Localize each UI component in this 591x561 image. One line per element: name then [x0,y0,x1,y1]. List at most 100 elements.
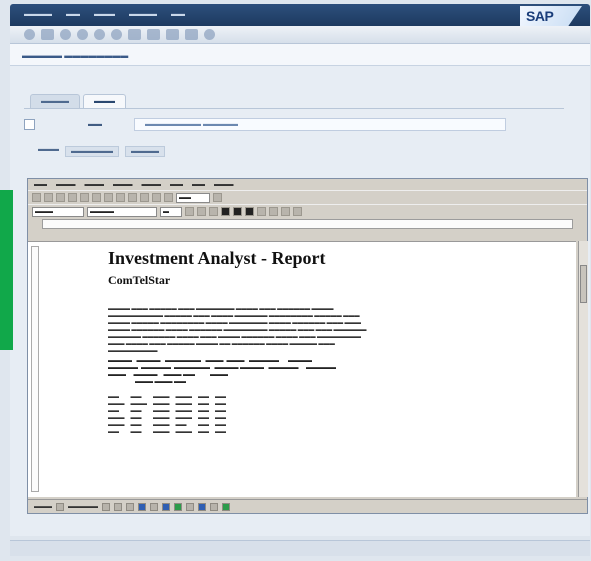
application-title-bar: ▬▬▬▬▬ ▬▬▬▬▬▬▬▬ [10,44,590,66]
table-icon[interactable] [152,193,161,202]
textbox-icon[interactable] [150,502,158,511]
menu-item[interactable]: ▬▬▬▬ [129,11,157,18]
document-actions: ▬▬▬ ▬▬▬▬▬▬ ▬▬▬▬ [38,146,165,157]
font-color-icon[interactable] [293,207,302,216]
word-menu-edit[interactable]: ▬▬▬ [56,179,76,190]
autoshapes-menu[interactable]: ▬▬▬▬▬ [68,504,98,510]
report-title: Investment Analyst - Report [108,248,326,268]
document-page[interactable]: Investment Analyst - Report ComTelStar ▬… [28,241,576,497]
wordart-icon[interactable] [162,502,170,511]
menu-bar: ▬▬▬▬ ▬▬ ▬▬▬ ▬▬▬▬ ▬▬ [24,11,185,18]
tab-first[interactable]: ▬▬▬▬ [30,94,80,108]
help-icon[interactable] [204,29,215,40]
find-icon[interactable] [147,29,160,40]
print-doc-icon[interactable] [68,193,77,202]
paste-icon[interactable] [116,193,125,202]
word-menu-bar: ▬▬ ▬▬▬ ▬▬▬ ▬▬▬ ▬▬▬ ▬▬ ▬▬ ▬▬▬ [28,179,587,190]
action-label: ▬▬▬ [38,146,59,153]
first-page-icon[interactable] [166,29,179,40]
vertical-ruler [31,246,39,492]
word-menu-window[interactable]: ▬▬▬ [214,179,234,190]
action-button-2[interactable]: ▬▬▬▬ [125,146,165,157]
bullets-icon[interactable] [269,207,278,216]
table-row: ▬▬▬ ▬▬▬ ▬▬▬ ▬▬▬ ▬▬ ▬▬ [108,401,226,407]
font-size-dropdown[interactable]: ▬ [160,206,182,217]
exit-icon[interactable] [94,29,105,40]
word-menu-file[interactable]: ▬▬ [34,179,47,190]
style-dropdown[interactable]: ▬▬▬ [32,206,84,217]
embedded-word-editor: ▬▬ ▬▬▬ ▬▬▬ ▬▬▬ ▬▬▬ ▬▬ ▬▬ ▬▬▬ ▬▬ ▬▬▬ ▬▬▬▬… [27,178,588,514]
command-field[interactable] [41,29,54,40]
underline-icon[interactable] [209,207,218,216]
help-doc-icon[interactable] [213,193,222,202]
cancel-icon[interactable] [111,29,122,40]
file-field[interactable]: ▬▬▬▬▬▬▬▬ ▬▬▬▬▬ [134,118,506,131]
enter-icon[interactable] [24,29,35,40]
word-drawing-toolbar: ▬▬▬ ▬▬▬▬▬ [28,499,587,513]
cut-icon[interactable] [92,193,101,202]
table-row: ▬▬▬▬▬▬▬▬▬▬▬▬▬▬ [108,394,226,400]
open-icon[interactable] [44,193,53,202]
arrow-icon[interactable] [114,502,122,511]
font-dropdown[interactable]: ▬▬▬▬ [87,206,157,217]
word-formatting-toolbar: ▬▬▬ ▬▬▬▬ ▬ [28,204,587,218]
rectangle-icon[interactable] [126,502,134,511]
undo-icon[interactable] [128,193,137,202]
report-paragraph: ▬▬▬▬ ▬▬▬ ▬▬▬▬▬ ▬▬▬ ▬▬▬▬▬▬▬ ▬▬▬▬ ▬▬▬ ▬▬▬▬… [108,306,367,354]
draw-menu[interactable]: ▬▬▬ [34,504,52,510]
zoom-dropdown[interactable]: ▬▬ [176,192,210,203]
redo-icon[interactable] [140,193,149,202]
system-toolbar [10,26,590,44]
report-table: ▬▬ ▬▬ ▬▬▬ ▬▬▬ ▬▬ ▬▬ ▬▬▬ ▬▬▬ ▬▬▬ ▬▬▬ ▬▬ ▬▬ ▬▬ ▬▬ ▬▬▬ ▬… [108,394,232,436]
sap-title-bar: ▬▬▬▬ ▬▬ ▬▬▬ ▬▬▬▬ ▬▬ SAP [10,4,590,26]
word-menu-insert[interactable]: ▬▬▬ [113,179,133,190]
word-menu-view[interactable]: ▬▬▬ [85,179,105,190]
preview-icon[interactable] [80,193,89,202]
action-button-1[interactable]: ▬▬▬▬▬▬ [65,146,119,157]
table-row: ▬▬▬▬▬▬▬▬▬▬▬▬▬▬ [108,429,226,435]
align-right-icon[interactable] [245,207,254,216]
file-row: ▬▬ ▬▬▬▬▬▬▬▬ ▬▬▬▬▬ [24,118,564,132]
font-color-draw-icon[interactable] [210,502,218,511]
vertical-scrollbar[interactable] [578,241,588,497]
shadow-icon[interactable] [222,502,230,511]
word-standard-toolbar: ▬▬ [28,190,587,204]
save-icon[interactable] [60,29,71,40]
print-icon[interactable] [128,29,141,40]
scrollbar-thumb[interactable] [580,265,587,303]
indent-icon[interactable] [281,207,290,216]
menu-item[interactable]: ▬▬▬ [94,11,115,18]
bold-icon[interactable] [185,207,194,216]
select-checkbox[interactable] [24,119,35,130]
fill-color-icon[interactable] [186,502,194,511]
numbering-icon[interactable] [257,207,266,216]
back-icon[interactable] [77,29,88,40]
sap-logo: SAP [520,6,582,26]
columns-icon[interactable] [164,193,173,202]
tab-second[interactable]: ▬▬▬ [83,94,126,108]
menu-item[interactable]: ▬▬ [171,11,185,18]
next-page-icon[interactable] [185,29,198,40]
line-color-icon[interactable] [198,502,206,511]
menu-item[interactable]: ▬▬ [66,11,80,18]
oval-icon[interactable] [138,502,146,511]
tab-strip: ▬▬▬▬ ▬▬▬ [30,94,126,108]
select-objects-icon[interactable] [56,502,64,511]
horizontal-ruler[interactable] [42,219,573,229]
table-row: ▬▬▬▬▬▬▬▬▬▬▬▬▬▬ [108,408,226,414]
align-center-icon[interactable] [233,207,242,216]
new-doc-icon[interactable] [32,193,41,202]
line-icon[interactable] [102,502,110,511]
table-row: ▬▬▬▬▬▬▬▬▬▬▬▬▬▬ [108,422,226,428]
menu-item[interactable]: ▬▬▬▬ [24,11,52,18]
table-row: ▬▬▬ ▬▬ ▬▬▬ ▬▬▬ ▬▬ ▬▬ [108,415,226,421]
italic-icon[interactable] [197,207,206,216]
save-doc-icon[interactable] [56,193,65,202]
copy-icon[interactable] [104,193,113,202]
word-menu-format[interactable]: ▬▬▬ [142,179,162,190]
application-title: ▬▬▬▬▬ ▬▬▬▬▬▬▬▬ [22,51,129,60]
word-menu-table[interactable]: ▬▬ [192,179,205,190]
align-left-icon[interactable] [221,207,230,216]
clipart-icon[interactable] [174,502,182,511]
word-menu-tools[interactable]: ▬▬ [170,179,183,190]
